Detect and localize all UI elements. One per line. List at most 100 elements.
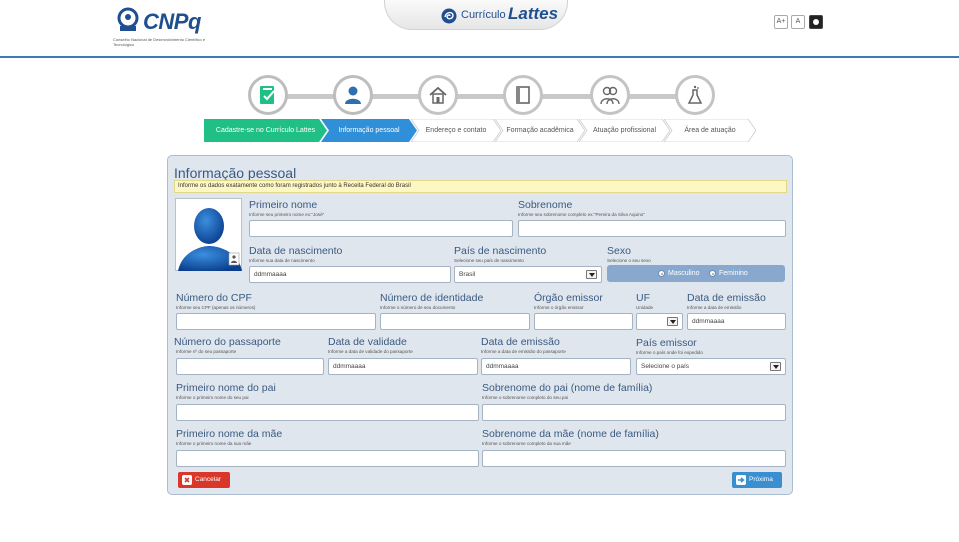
step-endereco[interactable]: Endereço e contato [411, 119, 501, 142]
female-radio[interactable] [709, 270, 716, 277]
step-formacao[interactable]: Formação acadêmica [495, 119, 585, 142]
app-title-big: Lattes [508, 4, 559, 23]
mother-surname-input[interactable] [482, 450, 786, 467]
issue-date-label: Data de emissão [687, 292, 766, 304]
step-circle-formacao [503, 75, 543, 115]
house-icon [429, 86, 447, 104]
step-circle-endereco [418, 75, 458, 115]
arrow-right-icon [736, 475, 746, 485]
step-label: Formação acadêmica [506, 127, 574, 134]
validity-hint: Informe a data de validade do passaporte [328, 349, 413, 354]
step-pessoal[interactable]: Informação pessoal [321, 119, 417, 142]
step-area[interactable]: Área de atuação [664, 119, 756, 142]
issuer-hint: Informe o órgão emissor [534, 305, 584, 310]
flask-icon [687, 85, 703, 104]
surname-hint: Informe seu sobrenome completo ex:"Perei… [518, 212, 645, 217]
cnpq-logo[interactable]: CNPq Conselho Nacional de Desenvolviment… [113, 7, 223, 47]
issue-date-input[interactable]: ddmmaaaa [687, 313, 786, 330]
female-label: Feminino [719, 270, 748, 277]
surname-label: Sobrenome [518, 199, 573, 211]
step-label: Endereço e contato [425, 127, 487, 134]
lattes-tab[interactable]: Currículo Lattes [384, 0, 568, 30]
step-circle-area [675, 75, 715, 115]
surname-input[interactable] [518, 220, 786, 237]
step-label: Atuação profissional [592, 127, 657, 134]
site-header: CNPq Conselho Nacional de Desenvolviment… [0, 0, 959, 58]
first-name-label: Primeiro nome [249, 199, 318, 211]
issuing-country-select[interactable]: Selecione o país [636, 358, 786, 375]
father-first-hint: Informe o primeiro nome do seu pai [176, 395, 249, 400]
issue-date-hint: Informe a data de emissão [687, 305, 742, 310]
form-notice: Informe os dados exatamente como foram r… [174, 180, 787, 193]
first-name-input[interactable] [249, 220, 513, 237]
cnpq-mark-icon [117, 7, 139, 31]
cancel-button[interactable]: Cancelar [178, 472, 230, 488]
step-label: Informação pessoal [338, 127, 400, 134]
passport-issue-input[interactable]: ddmmaaaa [481, 358, 631, 375]
cpf-label: Número do CPF [176, 292, 252, 304]
sex-hint: Selecione o seu sexo [607, 258, 651, 263]
chevron-down-icon[interactable] [667, 317, 678, 326]
birth-date-input[interactable]: ddmmaaaa [249, 266, 451, 283]
next-button[interactable]: Próxima [732, 472, 782, 488]
validity-label: Data de validade [328, 336, 407, 348]
father-first-label: Primeiro nome do pai [176, 382, 276, 394]
close-icon [182, 475, 192, 485]
step-circle-atuacao [590, 75, 630, 115]
personal-info-form: Informação pessoal Informe os dados exat… [167, 155, 793, 495]
uf-select[interactable] [636, 313, 683, 330]
id-number-hint: Informe o número de seu documento [380, 305, 456, 310]
birth-country-value: Brasil [459, 271, 476, 278]
first-name-hint: Informe seu primeiro nome ex:"José" [249, 212, 325, 217]
contrast-button[interactable] [809, 15, 823, 29]
sex-label: Sexo [607, 245, 631, 257]
step-circle-cadastro [248, 75, 288, 115]
cpf-input[interactable] [176, 313, 376, 330]
id-number-label: Número de identidade [380, 292, 484, 304]
birth-date-label: Data de nascimento [249, 245, 343, 257]
step-atuacao[interactable]: Atuação profissional [579, 119, 670, 142]
validity-input[interactable]: ddmmaaaa [328, 358, 478, 375]
father-surname-hint: Informe o sobrenome completo do seu pai [482, 395, 569, 400]
page: CNPq Conselho Nacional de Desenvolviment… [0, 0, 959, 542]
father-first-input[interactable] [176, 404, 479, 421]
app-title-small: Currículo [461, 9, 506, 21]
birth-country-hint: Selecione seu país de nascimento [454, 258, 524, 263]
passport-hint: Informe nº do seu passaporte [176, 349, 237, 354]
avatar[interactable] [175, 198, 242, 271]
step-label: Área de atuação [684, 127, 736, 134]
next-label: Próxima [749, 476, 773, 483]
font-reset-button[interactable]: A [791, 15, 805, 29]
chevron-down-icon[interactable] [586, 270, 597, 279]
male-label: Masculino [668, 270, 700, 277]
father-surname-input[interactable] [482, 404, 786, 421]
book-icon [516, 86, 530, 104]
mother-first-label: Primeiro nome da mãe [176, 428, 283, 440]
uf-label: UF [636, 292, 650, 304]
form-title: Informação pessoal [174, 165, 297, 181]
issuer-input[interactable] [534, 313, 633, 330]
issuer-label: Órgão emissor [534, 292, 603, 304]
male-radio[interactable] [658, 270, 665, 277]
avatar-silhouette-icon [178, 208, 242, 271]
birth-country-select[interactable]: Brasil [454, 266, 602, 283]
step-cadastro[interactable]: Cadastre-se no Currículo Lattes [204, 119, 327, 142]
father-surname-label: Sobrenome do pai (nome de família) [482, 382, 653, 394]
issuing-country-value: Selecione o país [641, 363, 690, 370]
passport-issue-label: Data de emissão [481, 336, 560, 348]
passport-input[interactable] [176, 358, 324, 375]
cpf-hint: Informe seu CPF (apenas os números) [176, 305, 256, 310]
mother-surname-label: Sobrenome da mãe (nome de família) [482, 428, 659, 440]
birth-country-label: País de nascimento [454, 245, 547, 257]
id-number-input[interactable] [380, 313, 530, 330]
cancel-label: Cancelar [195, 476, 222, 483]
mother-first-input[interactable] [176, 450, 479, 467]
issuing-country-label: País emissor [636, 337, 697, 349]
mother-first-hint: Informe o primeiro nome da sua mãe [176, 441, 252, 446]
font-increase-button[interactable]: A+ [774, 15, 788, 29]
uf-hint: Unidade [636, 305, 654, 310]
mother-surname-hint: Informe o sobrenome completo da sua mãe [482, 441, 571, 446]
chevron-down-icon[interactable] [770, 362, 781, 371]
logo-subtitle: Conselho Nacional de Desenvolvimento Cie… [113, 37, 206, 47]
birth-date-hint: Informe sua data de nascimento [249, 258, 315, 263]
